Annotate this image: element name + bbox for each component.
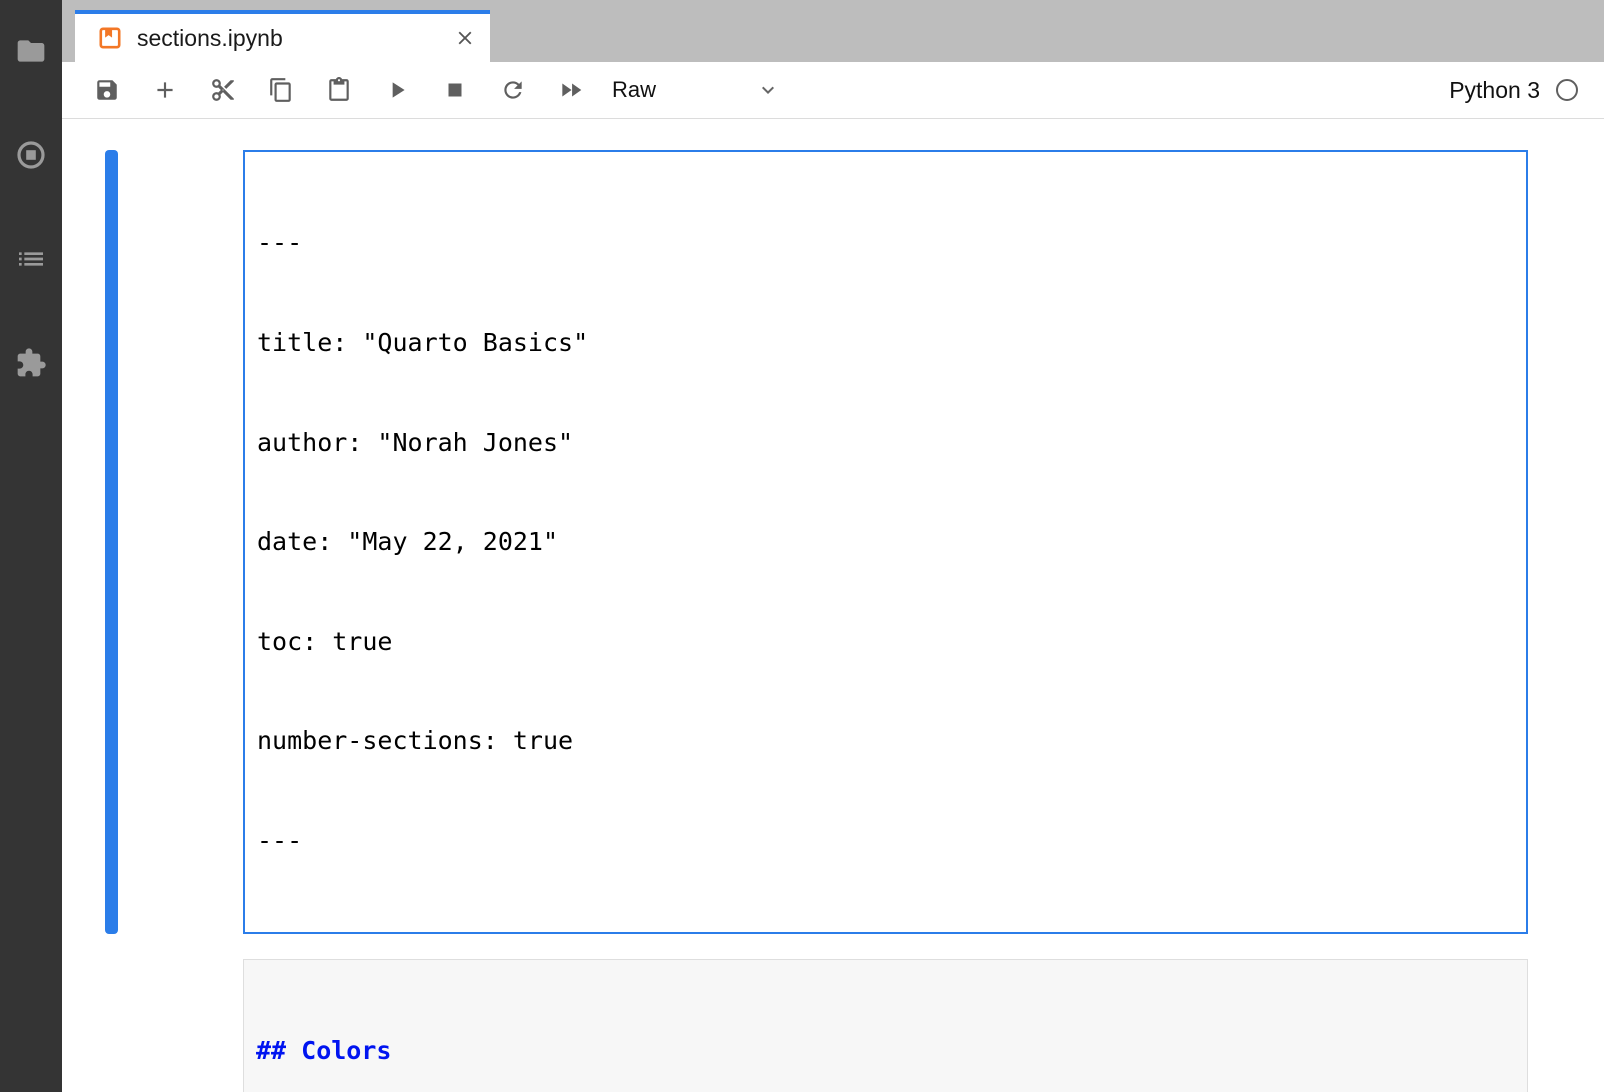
table-of-contents-icon[interactable] <box>14 242 48 276</box>
folder-icon[interactable] <box>14 34 48 68</box>
tab-title: sections.ipynb <box>137 25 440 52</box>
notebook-icon <box>97 25 123 51</box>
code-line: --- <box>257 824 1516 857</box>
copy-icon <box>268 77 294 103</box>
kernel-name[interactable]: Python 3 <box>1449 77 1540 104</box>
cell-type-dropdown[interactable]: Raw <box>612 77 780 103</box>
run-button[interactable] <box>368 70 426 110</box>
markdown-header-line: ## Colors <box>256 1034 1517 1067</box>
plus-icon <box>152 77 178 103</box>
raw-cell-frontmatter: --- title: "Quarto Basics" author: "Nora… <box>105 150 1528 934</box>
main-area: sections.ipynb <box>62 0 1604 1092</box>
copy-button[interactable] <box>252 70 310 110</box>
code-line: toc: true <box>257 625 1516 658</box>
stop-button[interactable] <box>426 70 484 110</box>
close-icon[interactable] <box>454 27 476 49</box>
play-icon <box>384 77 410 103</box>
code-line: title: "Quarto Basics" <box>257 326 1516 359</box>
code-line: date: "May 22, 2021" <box>257 525 1516 558</box>
raw-cell-editor[interactable]: --- title: "Quarto Basics" author: "Nora… <box>243 150 1528 934</box>
code-line: author: "Norah Jones" <box>257 426 1516 459</box>
notebook-toolbar: Raw Python 3 <box>62 62 1604 119</box>
refresh-icon <box>500 77 526 103</box>
chevron-down-icon <box>756 78 780 102</box>
cell-prompt <box>118 959 243 1092</box>
tab-bar: sections.ipynb <box>62 0 1604 62</box>
markdown-cell-colors: ## Colors - Red - Green - Blue <box>105 959 1528 1092</box>
save-icon <box>94 77 120 103</box>
scissors-icon <box>210 77 236 103</box>
cell-prompt <box>118 150 243 934</box>
cell-collapser[interactable] <box>105 959 118 1092</box>
kernel-status-icon <box>1556 79 1578 101</box>
left-activity-bar <box>0 0 62 1092</box>
cell-collapser[interactable] <box>105 150 118 934</box>
paste-button[interactable] <box>310 70 368 110</box>
clipboard-icon <box>326 77 352 103</box>
running-kernels-icon[interactable] <box>14 138 48 172</box>
code-line: --- <box>257 226 1516 259</box>
restart-kernel-button[interactable] <box>484 70 542 110</box>
kernel-area: Python 3 <box>1449 77 1578 104</box>
markdown-cell-editor[interactable]: ## Colors - Red - Green - Blue <box>243 959 1528 1092</box>
notebook-panel: --- title: "Quarto Basics" author: "Nora… <box>62 119 1604 1092</box>
code-line: number-sections: true <box>257 724 1516 757</box>
stop-icon <box>442 77 468 103</box>
cut-button[interactable] <box>194 70 252 110</box>
extensions-icon[interactable] <box>14 346 48 380</box>
cell-type-value: Raw <box>612 77 656 103</box>
jupyterlab-app: sections.ipynb <box>0 0 1604 1092</box>
fast-forward-icon <box>558 77 584 103</box>
save-button[interactable] <box>78 70 136 110</box>
run-all-button[interactable] <box>542 70 600 110</box>
insert-cell-button[interactable] <box>136 70 194 110</box>
tab-sections-ipynb[interactable]: sections.ipynb <box>75 10 490 62</box>
